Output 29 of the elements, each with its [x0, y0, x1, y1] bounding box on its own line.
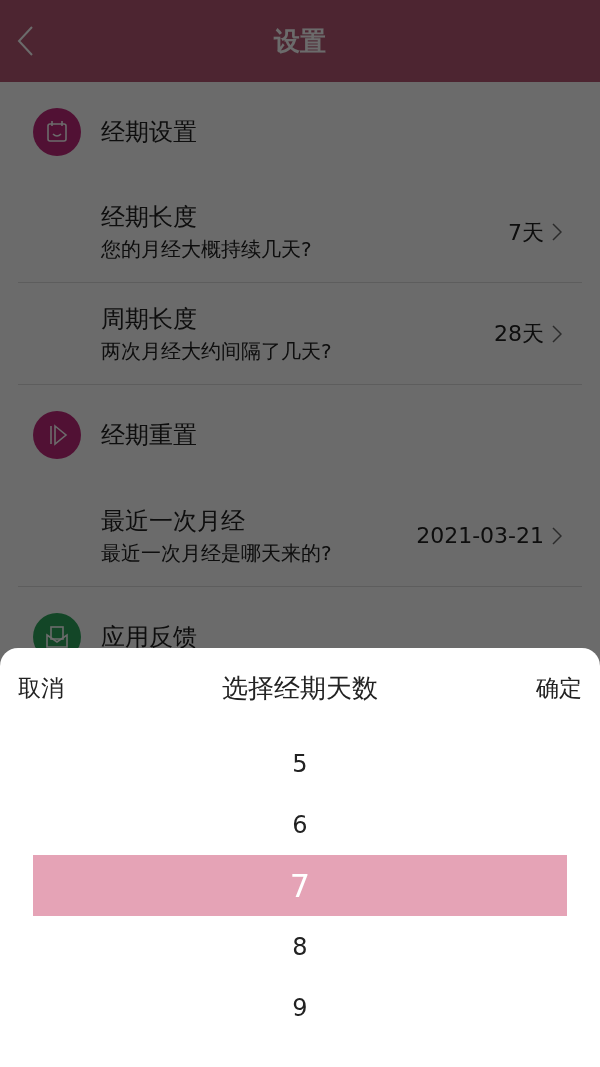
picker-option[interactable]: 9 [33, 977, 567, 1038]
page-title: 设置 [274, 24, 326, 58]
setting-row[interactable]: 周期长度 两次月经大约间隔了几天? 28天 [18, 283, 582, 384]
setting-title: 周期长度 [101, 303, 198, 335]
setting-description: 您的月经大概持续几天? [101, 236, 313, 263]
setting-title: 最近一次月经 [101, 505, 246, 537]
picker-option[interactable]: 5 [33, 733, 567, 794]
chevron-icon [552, 324, 562, 343]
chevron-icon [552, 223, 562, 241]
section-title: 经期重置 [101, 420, 197, 451]
chevron-icon [552, 526, 562, 545]
play-icon [33, 411, 81, 459]
back-icon[interactable] [16, 25, 34, 57]
setting-value: 2021-03-21 [416, 522, 544, 550]
picker-option[interactable]: 8 [33, 916, 567, 977]
section-title: 应用反馈 [101, 622, 197, 653]
calendar-icon [33, 108, 81, 156]
setting-row[interactable]: 经期长度 您的月经大概持续几天? 7天 [18, 182, 582, 283]
setting-value: 28天 [494, 320, 544, 348]
setting-value: 7天 [508, 218, 544, 247]
picker-option[interactable]: 6 [33, 794, 567, 855]
setting-description: 最近一次月经是哪天来的? [101, 539, 333, 567]
setting-description: 两次月经大约间隔了几天? [101, 337, 333, 365]
confirm-button[interactable]: 确定 [536, 670, 582, 706]
section-title: 经期设置 [101, 117, 197, 148]
setting-row[interactable]: 最近一次月经 最近一次月经是哪天来的? 2021-03-21 [18, 485, 582, 586]
setting-title: 经期长度 [101, 202, 198, 233]
cancel-button[interactable]: 取消 [18, 670, 64, 706]
picker-title: 选择经期天数 [222, 671, 378, 705]
